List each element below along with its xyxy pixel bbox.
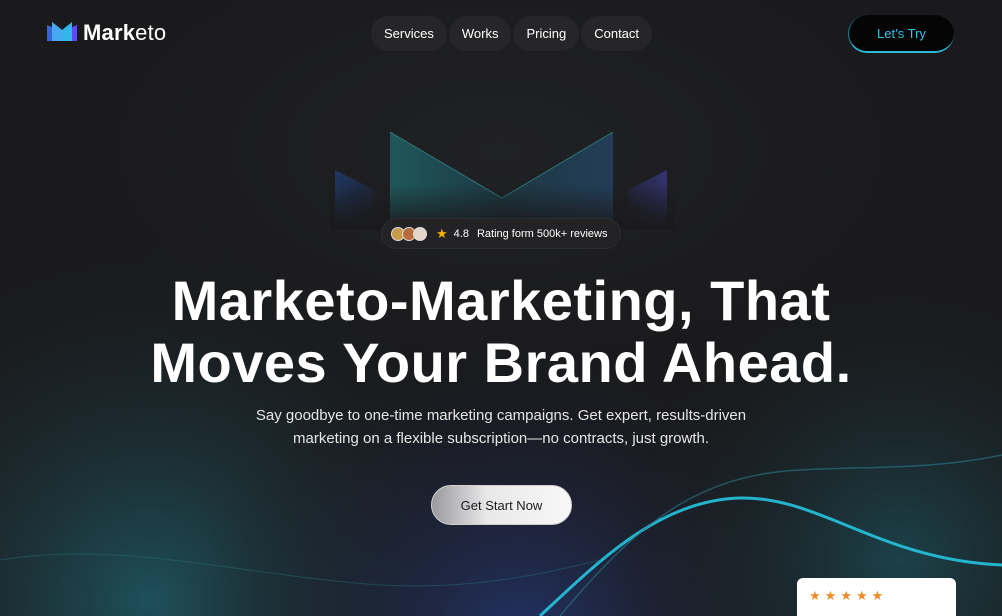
star-icon: ★ xyxy=(809,589,821,604)
hero-headline: Marketo-Marketing, That Moves Your Brand… xyxy=(0,270,1002,394)
rating-text: Rating form 500k+ reviews xyxy=(476,227,608,240)
brand-name: Marketo xyxy=(83,20,166,46)
avatar xyxy=(413,226,427,241)
brand-name-bold: Mark xyxy=(83,20,136,45)
rating-badge: ★ 4.8 Rating form 500k+ reviews xyxy=(381,218,621,249)
lets-try-button[interactable]: Let’s Try xyxy=(848,15,954,53)
hero-headline-line-2: Moves Your Brand Ahead. xyxy=(150,331,852,394)
star-icon: ★ xyxy=(824,589,837,604)
brand-name-light: eto xyxy=(135,20,167,45)
main-nav: Services Works Pricing Contact xyxy=(371,16,653,51)
m-logo-icon xyxy=(47,22,77,41)
hero-headline-line-1: Marketo-Marketing, That xyxy=(171,269,831,332)
star-icon: ★ xyxy=(840,589,852,604)
hero-subtitle-line-1: Say goodbye to one-time marketing campai… xyxy=(255,407,747,424)
brand-logo[interactable]: Marketo xyxy=(47,20,166,46)
hero-subtitle-line-2: marketing on a flexible subscription—no … xyxy=(292,430,710,447)
landing-page: Marketo Services Works Pricing Contact L… xyxy=(0,0,1002,616)
nav-item-contact[interactable]: Contact xyxy=(581,16,653,51)
nav-item-pricing[interactable]: Pricing xyxy=(513,16,580,51)
star-icon: ★ xyxy=(855,589,868,604)
get-start-now-button[interactable]: Get Start Now xyxy=(431,485,572,525)
rating-value: 4.8 xyxy=(453,227,469,240)
nav-item-works[interactable]: Works xyxy=(448,16,512,51)
star-icon: ★ xyxy=(436,225,448,241)
reviewer-avatars xyxy=(391,226,427,241)
star-icon: ★ xyxy=(871,589,884,604)
review-card: ★ ★ ★ ★ ★ xyxy=(797,578,956,616)
hero-subtitle: Say goodbye to one-time marketing campai… xyxy=(0,404,1002,450)
nav-item-services[interactable]: Services xyxy=(371,16,447,51)
